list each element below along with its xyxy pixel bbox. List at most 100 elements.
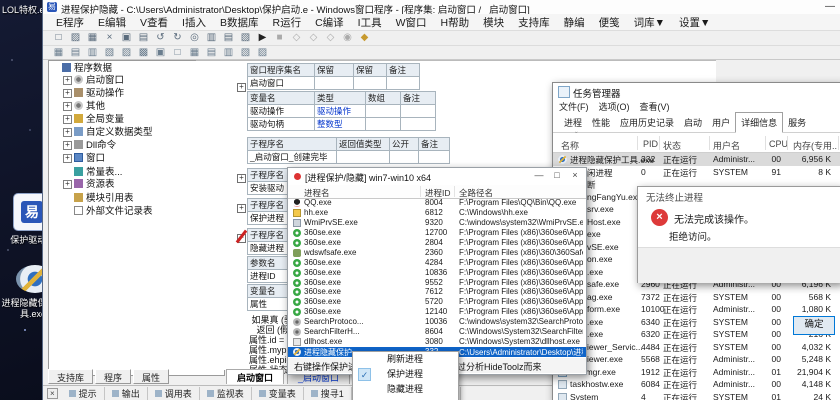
expand-icon[interactable]	[51, 61, 60, 70]
variables-table[interactable]: 变量名类型数组备注 驱动操作驱动操作 驱动句柄整数型	[247, 91, 436, 131]
table-row[interactable]: taskhostw.exe 6084 正在运行 Administr... 00 …	[553, 378, 840, 391]
expand-icon[interactable]	[63, 191, 72, 200]
list-item[interactable]: QQ.exe 8004 F:\Program Files\QQ\Bin\QQ.e…	[288, 198, 586, 208]
debug-step-over-icon[interactable]: ◇	[306, 32, 321, 44]
protect-window-titlebar[interactable]: [进程保护/隐藏] win7-win10 x64 — □ ×	[288, 168, 586, 184]
maximize-button[interactable]: □	[550, 170, 564, 180]
column-header-pid[interactable]: PID	[643, 139, 658, 149]
expand-icon[interactable]: +	[63, 76, 72, 85]
breakpoint-icon[interactable]: ◉	[340, 32, 355, 44]
minimize-button[interactable]: —	[825, 1, 835, 12]
tab[interactable]: 启动	[679, 113, 707, 132]
table-row[interactable]: 进程隐藏保护工具.exe 332 正在运行 Administr... 00 6,…	[553, 153, 840, 166]
menu-item[interactable]: I插入	[175, 15, 213, 30]
task-manager-titlebar[interactable]: 任务管理器	[553, 83, 840, 99]
tab[interactable]: 用户	[707, 113, 735, 132]
list-item[interactable]: 360se.exe 12700 F:\Program Files (x86)\3…	[288, 228, 586, 238]
ok-button[interactable]: 确定	[793, 316, 835, 335]
table-tool-icon[interactable]: ▧	[102, 47, 117, 59]
list-item[interactable]: WmiPrvSE.exe 9320 C:\windows\system32\Wm…	[288, 218, 586, 228]
wizard-icon[interactable]: ◆	[357, 32, 372, 44]
column-header-name[interactable]: 名称	[561, 139, 579, 152]
tile-horizontal-icon[interactable]: ▥	[204, 32, 219, 44]
menu-item[interactable]: 词库▼	[627, 15, 672, 30]
copy-icon[interactable]: ▣	[119, 32, 134, 44]
menu-item[interactable]: 隐藏进程	[353, 382, 458, 397]
table-row[interactable]: ag.exe 7372 正在运行 SYSTEM 00 568 K	[553, 291, 840, 304]
table-row[interactable]: iewer.exe 5568 正在运行 Administr... 00 5,24…	[553, 353, 840, 366]
new-file-icon[interactable]: □	[51, 32, 66, 44]
tile-vertical-icon[interactable]: ▤	[221, 32, 236, 44]
list-item[interactable]: 360se.exe 10836 F:\Program Files (x86)\3…	[288, 268, 586, 278]
list-item[interactable]: 360se.exe 9552 F:\Program Files (x86)\36…	[288, 278, 586, 288]
find-icon[interactable]: ◎	[187, 32, 202, 44]
output-tab[interactable]: 变量表	[252, 387, 304, 400]
output-tab[interactable]: 输出	[105, 387, 148, 400]
menu-item[interactable]: I工具	[351, 15, 389, 30]
table-tool-icon[interactable]: ▦	[51, 47, 66, 59]
cascade-icon[interactable]: ▧	[238, 32, 253, 44]
expand-icon[interactable]: +	[63, 180, 72, 189]
expand-icon[interactable]: +	[63, 102, 72, 111]
table-tool-icon[interactable]: ▤	[204, 47, 219, 59]
tab[interactable]: 性能	[587, 113, 615, 132]
menu-item[interactable]: E程序	[49, 15, 91, 30]
output-tab[interactable]: 调用表	[148, 387, 200, 400]
list-item[interactable]: 360se.exe 12140 F:\Program Files (x86)\3…	[288, 307, 586, 317]
column-header-user[interactable]: 用户名	[713, 139, 740, 152]
menu-item[interactable]: 模块	[476, 15, 511, 30]
list-item[interactable]: wdswfsafe.exe 2360 F:\Program Files (x86…	[288, 248, 586, 258]
table-row[interactable]: form.exe 10100 正在运行 Administr... 00 1,08…	[553, 303, 840, 316]
table-tool-icon[interactable]: ▥	[85, 47, 100, 59]
table-tool-icon[interactable]: ▨	[255, 47, 270, 59]
menu-item[interactable]: 设置▼	[672, 15, 717, 30]
menu-item[interactable]: 刷新进程	[353, 352, 458, 367]
debug-step-out-icon[interactable]: ◇	[323, 32, 338, 44]
output-tab[interactable]: 搜寻1	[304, 387, 352, 400]
undo-icon[interactable]: ↺	[153, 32, 168, 44]
expand-icon[interactable]	[63, 165, 72, 174]
expand-icon[interactable]	[63, 204, 72, 213]
table-tool-icon[interactable]: ▣	[153, 47, 168, 59]
minimize-button[interactable]: —	[532, 170, 546, 180]
ide-titlebar[interactable]: 易 进程保护隐藏 - C:\Users\Administrator\Deskto…	[43, 0, 840, 15]
menu-item[interactable]: E编辑	[91, 15, 133, 30]
table-row[interactable]: 闲进程 0 正在运行 SYSTEM 91 8 K	[553, 166, 840, 179]
menu-item[interactable]: 静编	[557, 15, 592, 30]
desktop-icon-label-lol[interactable]: LOL特权.e	[2, 3, 45, 16]
tab[interactable]: 进程	[559, 113, 587, 132]
subroutine-table[interactable]: 子程序名返回值类型公开备注 _启动窗口_创建完毕	[247, 137, 450, 164]
menu-item[interactable]: 便笺	[592, 15, 627, 30]
table-row[interactable]: iewer_Servic... 4484 正在运行 SYSTEM 00 4,03…	[553, 341, 840, 354]
stop-icon[interactable]: ■	[272, 32, 287, 44]
table-tool-icon[interactable]: ▨	[119, 47, 134, 59]
column-header-status[interactable]: 状态	[663, 139, 681, 152]
menu-item[interactable]: 选项(O)	[599, 100, 630, 113]
tab[interactable]: 服务	[783, 113, 811, 132]
output-tab[interactable]: 提示	[62, 387, 105, 400]
list-item[interactable]: hh.exe 6812 C:\Windows\hh.exe	[288, 208, 586, 218]
expand-icon[interactable]: +	[63, 154, 72, 163]
list-item[interactable]: 360se.exe 4284 F:\Program Files (x86)\36…	[288, 258, 586, 268]
panel-tab[interactable]: 属性	[133, 369, 169, 384]
expand-icon[interactable]: +	[63, 128, 72, 137]
column-header-cpu[interactable]: CPU	[769, 139, 788, 149]
menu-item[interactable]: 文件(F)	[559, 100, 589, 113]
table-tool-icon[interactable]: ▥	[221, 47, 236, 59]
panel-tab[interactable]: 程序	[95, 369, 131, 384]
open-file-icon[interactable]: ▨	[68, 32, 83, 44]
assembly-table[interactable]: 窗口程序集名保留保留备注 启动窗口	[247, 63, 420, 90]
table-tool-icon[interactable]: ▩	[136, 47, 151, 59]
list-item[interactable]: SearchFilterH... 8604 C:\Windows\System3…	[288, 327, 586, 337]
table-row[interactable]: taskmgr.exe 1912 正在运行 Administr... 01 21…	[553, 366, 840, 379]
menu-item[interactable]: 查看(V)	[640, 100, 670, 113]
menu-item[interactable]: ✓ 保护进程	[353, 367, 458, 382]
column-header-memory[interactable]: 内存(专用...	[793, 139, 837, 152]
menu-item[interactable]: B数据库	[213, 15, 266, 30]
tab[interactable]: 应用历史记录	[615, 113, 679, 132]
menu-item[interactable]: H帮助	[434, 15, 477, 30]
list-item[interactable]: 360se.exe 2804 F:\Program Files (x86)\36…	[288, 238, 586, 248]
save-icon[interactable]: ▦	[85, 32, 100, 44]
list-item[interactable]: 360se.exe 5720 F:\Program Files (x86)\36…	[288, 297, 586, 307]
fold-plus-icon[interactable]: +	[237, 204, 246, 213]
